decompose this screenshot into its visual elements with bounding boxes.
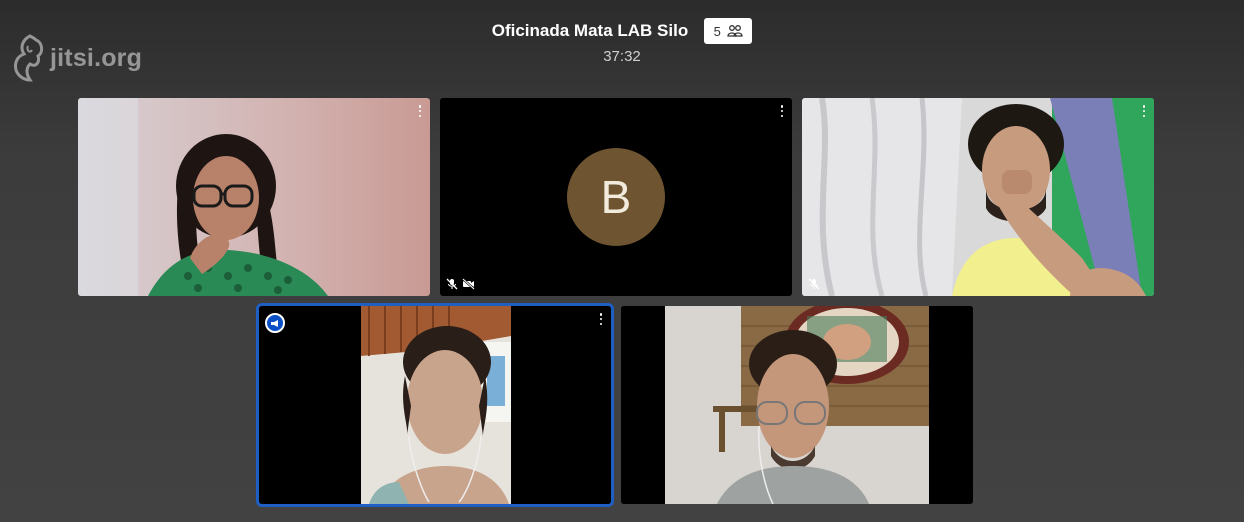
participants-icon [727, 25, 743, 37]
participant-tile-1[interactable] [78, 98, 430, 296]
meeting-title: Oficinada Mata LAB Silo [491, 21, 689, 40]
participant-tile-4[interactable] [259, 306, 611, 504]
participant-count-button[interactable]: 5 [704, 18, 753, 44]
participant-menu-icon[interactable] [599, 313, 603, 325]
participant-menu-icon[interactable] [780, 105, 784, 117]
mic-muted-icon [446, 278, 458, 290]
participant-video-4 [259, 306, 611, 504]
participant-tile-5[interactable] [621, 306, 973, 504]
participant-menu-icon[interactable] [1142, 105, 1146, 117]
participant-video-3 [802, 98, 1154, 296]
participant-count: 5 [713, 23, 721, 39]
participant-video-1 [78, 98, 430, 296]
participant-avatar: B [567, 148, 665, 246]
dominant-speaker-icon [265, 313, 285, 333]
meeting-timer: 37:32 [603, 48, 641, 65]
participant-tile-2[interactable]: B [440, 98, 792, 296]
participant-status-icons [446, 278, 475, 290]
participant-status-icons [808, 278, 820, 290]
mic-muted-icon [808, 278, 820, 290]
participant-tile-3[interactable] [802, 98, 1154, 296]
meeting-header: Oficinada Mata LAB Silo 5 37:32 [0, 18, 1244, 65]
camera-off-icon [462, 278, 475, 290]
participant-menu-icon[interactable] [418, 105, 422, 117]
participant-video-5 [621, 306, 973, 504]
